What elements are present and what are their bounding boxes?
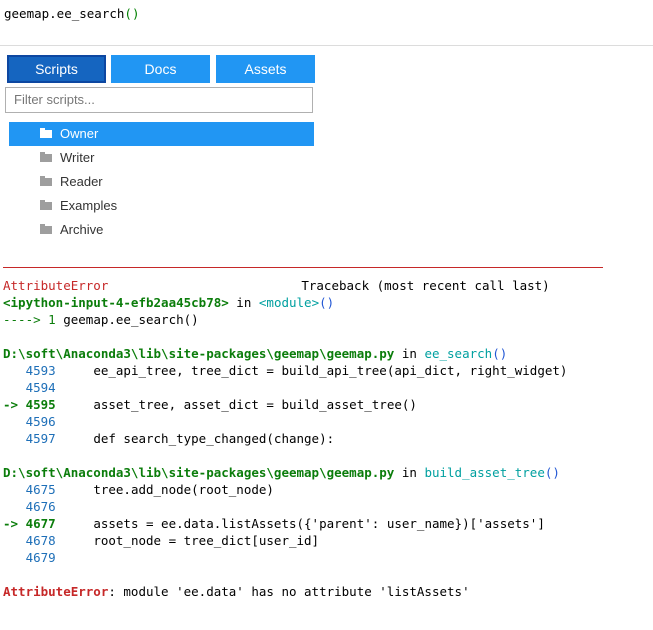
line-code: root_node = tree_dict[user_id] — [55, 533, 320, 548]
frame1-line: 4596 — [3, 414, 56, 429]
in-word: in — [394, 346, 425, 361]
frame2-line: 4678 root_node = tree_dict[user_id] — [3, 533, 320, 548]
traceback-divider — [3, 267, 603, 268]
folder-icon — [40, 176, 52, 186]
final-error-message: : module 'ee.data' has no attribute 'lis… — [108, 584, 470, 599]
tree-item-examples[interactable]: Examples — [9, 194, 314, 218]
line-number: 4676 — [3, 499, 56, 514]
frame2-line: 4675 tree.add_node(root_node) — [3, 482, 274, 497]
tab-assets[interactable]: Assets — [216, 55, 315, 83]
arrow-marker: ----> 1 — [3, 312, 56, 327]
line-code: assets = ee.data.listAssets({'parent': u… — [55, 516, 545, 531]
traceback-header: AttributeError Traceback (most recent cal… — [3, 278, 550, 293]
code-input-cell[interactable]: geemap.ee_search() — [0, 0, 653, 46]
frame2-path: D:\soft\Anaconda3\lib\site-packages\geem… — [3, 465, 395, 480]
final-error-line: AttributeError: module 'ee.data' has no … — [3, 584, 470, 599]
frame2-line: 4676 — [3, 499, 56, 514]
folder-icon — [40, 152, 52, 162]
frame1-line-current: -> 4595 asset_tree, asset_dict = build_a… — [3, 397, 417, 412]
module-ref: <module> — [258, 295, 320, 310]
frame1-line: 4594 — [3, 380, 56, 395]
input-ref: <ipython-input-4-efb2aa45cb78> — [3, 295, 229, 310]
tree-item-label: Writer — [60, 150, 95, 165]
line-number: -> 4595 — [3, 397, 56, 412]
frame1-func: ee_search — [424, 346, 493, 361]
line-number: 4679 — [3, 550, 56, 565]
frame1-line: 4597 def search_type_changed(change): — [3, 431, 335, 446]
traceback-input-ref-line: <ipython-input-4-efb2aa45cb78> in <modul… — [3, 295, 334, 310]
scripts-tree: Owner Writer Reader Examples Archive — [9, 122, 314, 242]
line-number: 4675 — [3, 482, 56, 497]
tree-item-archive[interactable]: Archive — [9, 218, 314, 242]
code-text: geemap.ee_search — [4, 6, 125, 21]
line-number: 4597 — [3, 431, 56, 446]
frame2-line-current: -> 4677 assets = ee.data.listAssets({'pa… — [3, 516, 545, 531]
tab-docs[interactable]: Docs — [111, 55, 210, 83]
line-number: 4594 — [3, 380, 56, 395]
frame2-line: 4679 — [3, 550, 56, 565]
tree-item-reader[interactable]: Reader — [9, 170, 314, 194]
tab-bar: Scripts Docs Assets — [6, 55, 316, 83]
final-error-name: AttributeError — [3, 584, 109, 599]
line-code: tree.add_node(root_node) — [55, 482, 274, 497]
frame2-func: build_asset_tree — [424, 465, 545, 480]
folder-icon — [40, 200, 52, 210]
code-line: geemap.ee_search() — [4, 6, 139, 21]
tree-item-label: Archive — [60, 222, 104, 237]
filter-scripts-input[interactable]: Filter scripts... — [5, 87, 313, 113]
in-word: in — [394, 465, 425, 480]
traceback-arrow-line: ----> 1 geemap.ee_search() — [3, 312, 199, 327]
line-number: 4596 — [3, 414, 56, 429]
line-number: 4593 — [3, 363, 56, 378]
line-number: -> 4677 — [3, 516, 56, 531]
folder-icon — [40, 128, 52, 138]
module-parens: () — [319, 295, 335, 310]
tree-item-label: Owner — [60, 126, 99, 141]
line-code: ee_api_tree, tree_dict = build_api_tree(… — [55, 363, 568, 378]
tab-scripts[interactable]: Scripts — [7, 55, 106, 83]
tree-item-writer[interactable]: Writer — [9, 146, 314, 170]
tree-item-label: Examples — [60, 198, 118, 213]
frame1-path: D:\soft\Anaconda3\lib\site-packages\geem… — [3, 346, 395, 361]
frame1-parens: () — [492, 346, 508, 361]
tree-item-label: Reader — [60, 174, 103, 189]
code-parens: () — [124, 6, 140, 21]
arrow-code: geemap.ee_search() — [55, 312, 199, 327]
frame2-parens: () — [544, 465, 560, 480]
error-name: AttributeError — [3, 278, 109, 293]
line-number: 4678 — [3, 533, 56, 548]
in-word: in — [228, 295, 259, 310]
line-code: def search_type_changed(change): — [55, 431, 335, 446]
frame1-header: D:\soft\Anaconda3\lib\site-packages\geem… — [3, 346, 507, 361]
folder-icon — [40, 224, 52, 234]
tree-item-owner[interactable]: Owner — [9, 122, 314, 146]
traceback-label: Traceback (most recent call last) — [301, 278, 550, 293]
frame2-header: D:\soft\Anaconda3\lib\site-packages\geem… — [3, 465, 560, 480]
frame1-line: 4593 ee_api_tree, tree_dict = build_api_… — [3, 363, 568, 378]
line-code: asset_tree, asset_dict = build_asset_tre… — [55, 397, 417, 412]
